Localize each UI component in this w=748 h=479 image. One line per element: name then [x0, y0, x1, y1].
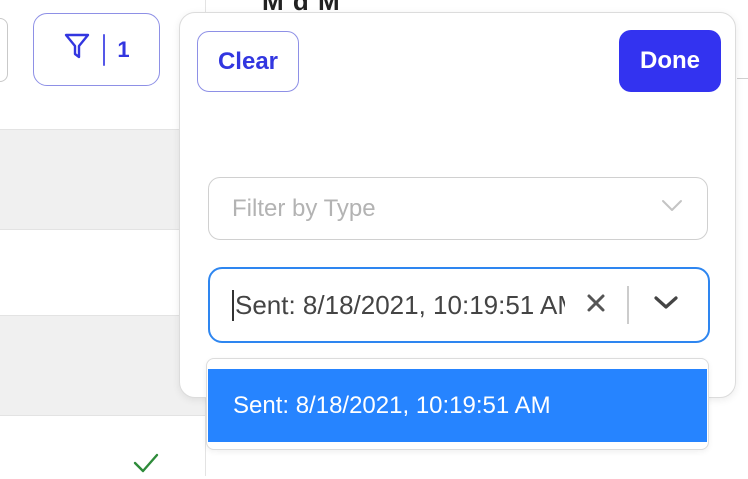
header-divider	[737, 78, 748, 79]
checkmark-icon	[132, 452, 160, 479]
table-row[interactable]	[0, 130, 205, 229]
partial-toolbar-button[interactable]	[0, 18, 8, 82]
filter-button-separator	[103, 33, 106, 66]
date-filter-select[interactable]: Sent: 8/18/2021, 10:19:51 AM	[208, 267, 710, 343]
filter-button[interactable]: 1	[33, 13, 160, 86]
select-indicator-separator	[627, 286, 629, 324]
table-divider	[0, 229, 205, 230]
table-row[interactable]	[0, 316, 205, 415]
funnel-icon	[63, 32, 91, 67]
date-filter-input[interactable]: Sent: 8/18/2021, 10:19:51 AM	[232, 289, 565, 321]
menu-option[interactable]: Sent: 8/18/2021, 10:19:51 AM	[208, 369, 707, 442]
chevron-down-icon[interactable]	[661, 199, 683, 218]
filter-popover: Clear Done Filter by Type Sent: 8/18/202…	[179, 12, 736, 398]
clear-button[interactable]: Clear	[197, 31, 299, 92]
chevron-down-icon[interactable]	[653, 295, 679, 316]
type-filter-placeholder: Filter by Type	[232, 194, 376, 222]
type-filter-select[interactable]: Filter by Type	[208, 177, 708, 240]
filter-count-badge: 1	[117, 36, 130, 62]
done-button[interactable]: Done	[619, 30, 721, 92]
date-filter-menu: Sent: 8/18/2021, 10:19:51 AM	[206, 358, 709, 450]
table-divider	[0, 415, 205, 416]
clear-selection-icon[interactable]	[585, 292, 607, 319]
